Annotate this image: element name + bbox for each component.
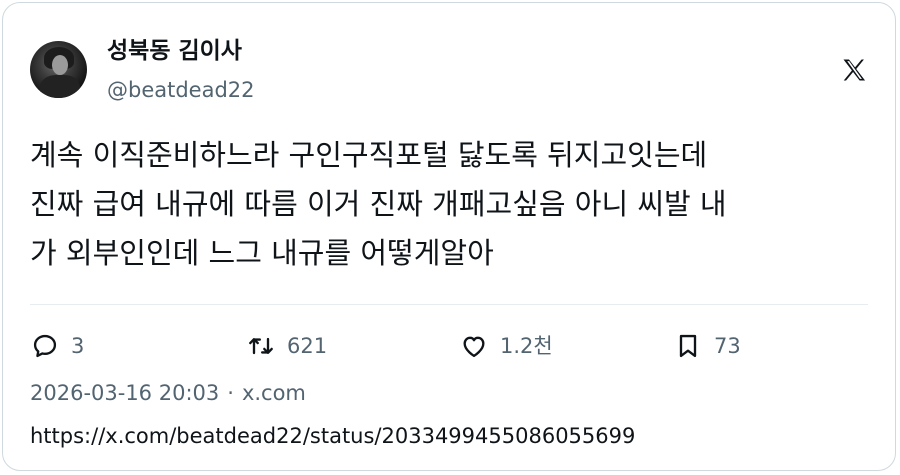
avatar-body bbox=[40, 75, 80, 98]
tweet-meta: 2026-03-16 20:03 · x.com bbox=[30, 378, 306, 408]
x-logo-icon[interactable] bbox=[840, 56, 868, 84]
like-button[interactable]: 1.2천 bbox=[460, 329, 553, 363]
author-handle[interactable]: @beatdead22 bbox=[107, 76, 255, 104]
timestamp[interactable]: 2026-03-16 20:03 bbox=[30, 381, 219, 405]
tweet-url[interactable]: https://x.com/beatdead22/status/20334994… bbox=[30, 421, 635, 451]
tweet-text: 계속 이직준비하느라 구인구직포털 닳도록 뒤지고잇는데 진짜 급여 내규에 따… bbox=[30, 131, 870, 278]
repost-count: 621 bbox=[287, 334, 328, 358]
bookmark-button[interactable]: 73 bbox=[674, 329, 741, 363]
heart-icon bbox=[463, 336, 485, 358]
tweet-text-line: 계속 이직준비하느라 구인구직포털 닳도록 뒤지고잇는데 bbox=[30, 138, 708, 172]
divider bbox=[30, 304, 868, 305]
author-display-name[interactable]: 성북동 김이사 bbox=[107, 36, 242, 66]
reply-count: 3 bbox=[71, 334, 85, 358]
meta-separator: · bbox=[227, 381, 234, 405]
like-count: 1.2천 bbox=[500, 334, 553, 358]
avatar-face bbox=[52, 55, 68, 75]
avatar[interactable] bbox=[30, 41, 87, 98]
tweet-text-line: 진짜 급여 내규에 따름 이거 진짜 개패고싶음 아니 씨발 내 bbox=[30, 187, 727, 221]
bookmark-icon bbox=[679, 334, 697, 358]
reply-button[interactable]: 3 bbox=[31, 329, 84, 363]
repost-icon bbox=[249, 337, 273, 355]
source-link[interactable]: x.com bbox=[242, 381, 306, 405]
tweet-text-line: 가 외부인인데 느그 내규를 어떻게알아 bbox=[30, 236, 494, 270]
bookmark-count: 73 bbox=[714, 334, 741, 358]
reply-icon bbox=[33, 334, 57, 358]
repost-button[interactable]: 621 bbox=[247, 329, 327, 363]
